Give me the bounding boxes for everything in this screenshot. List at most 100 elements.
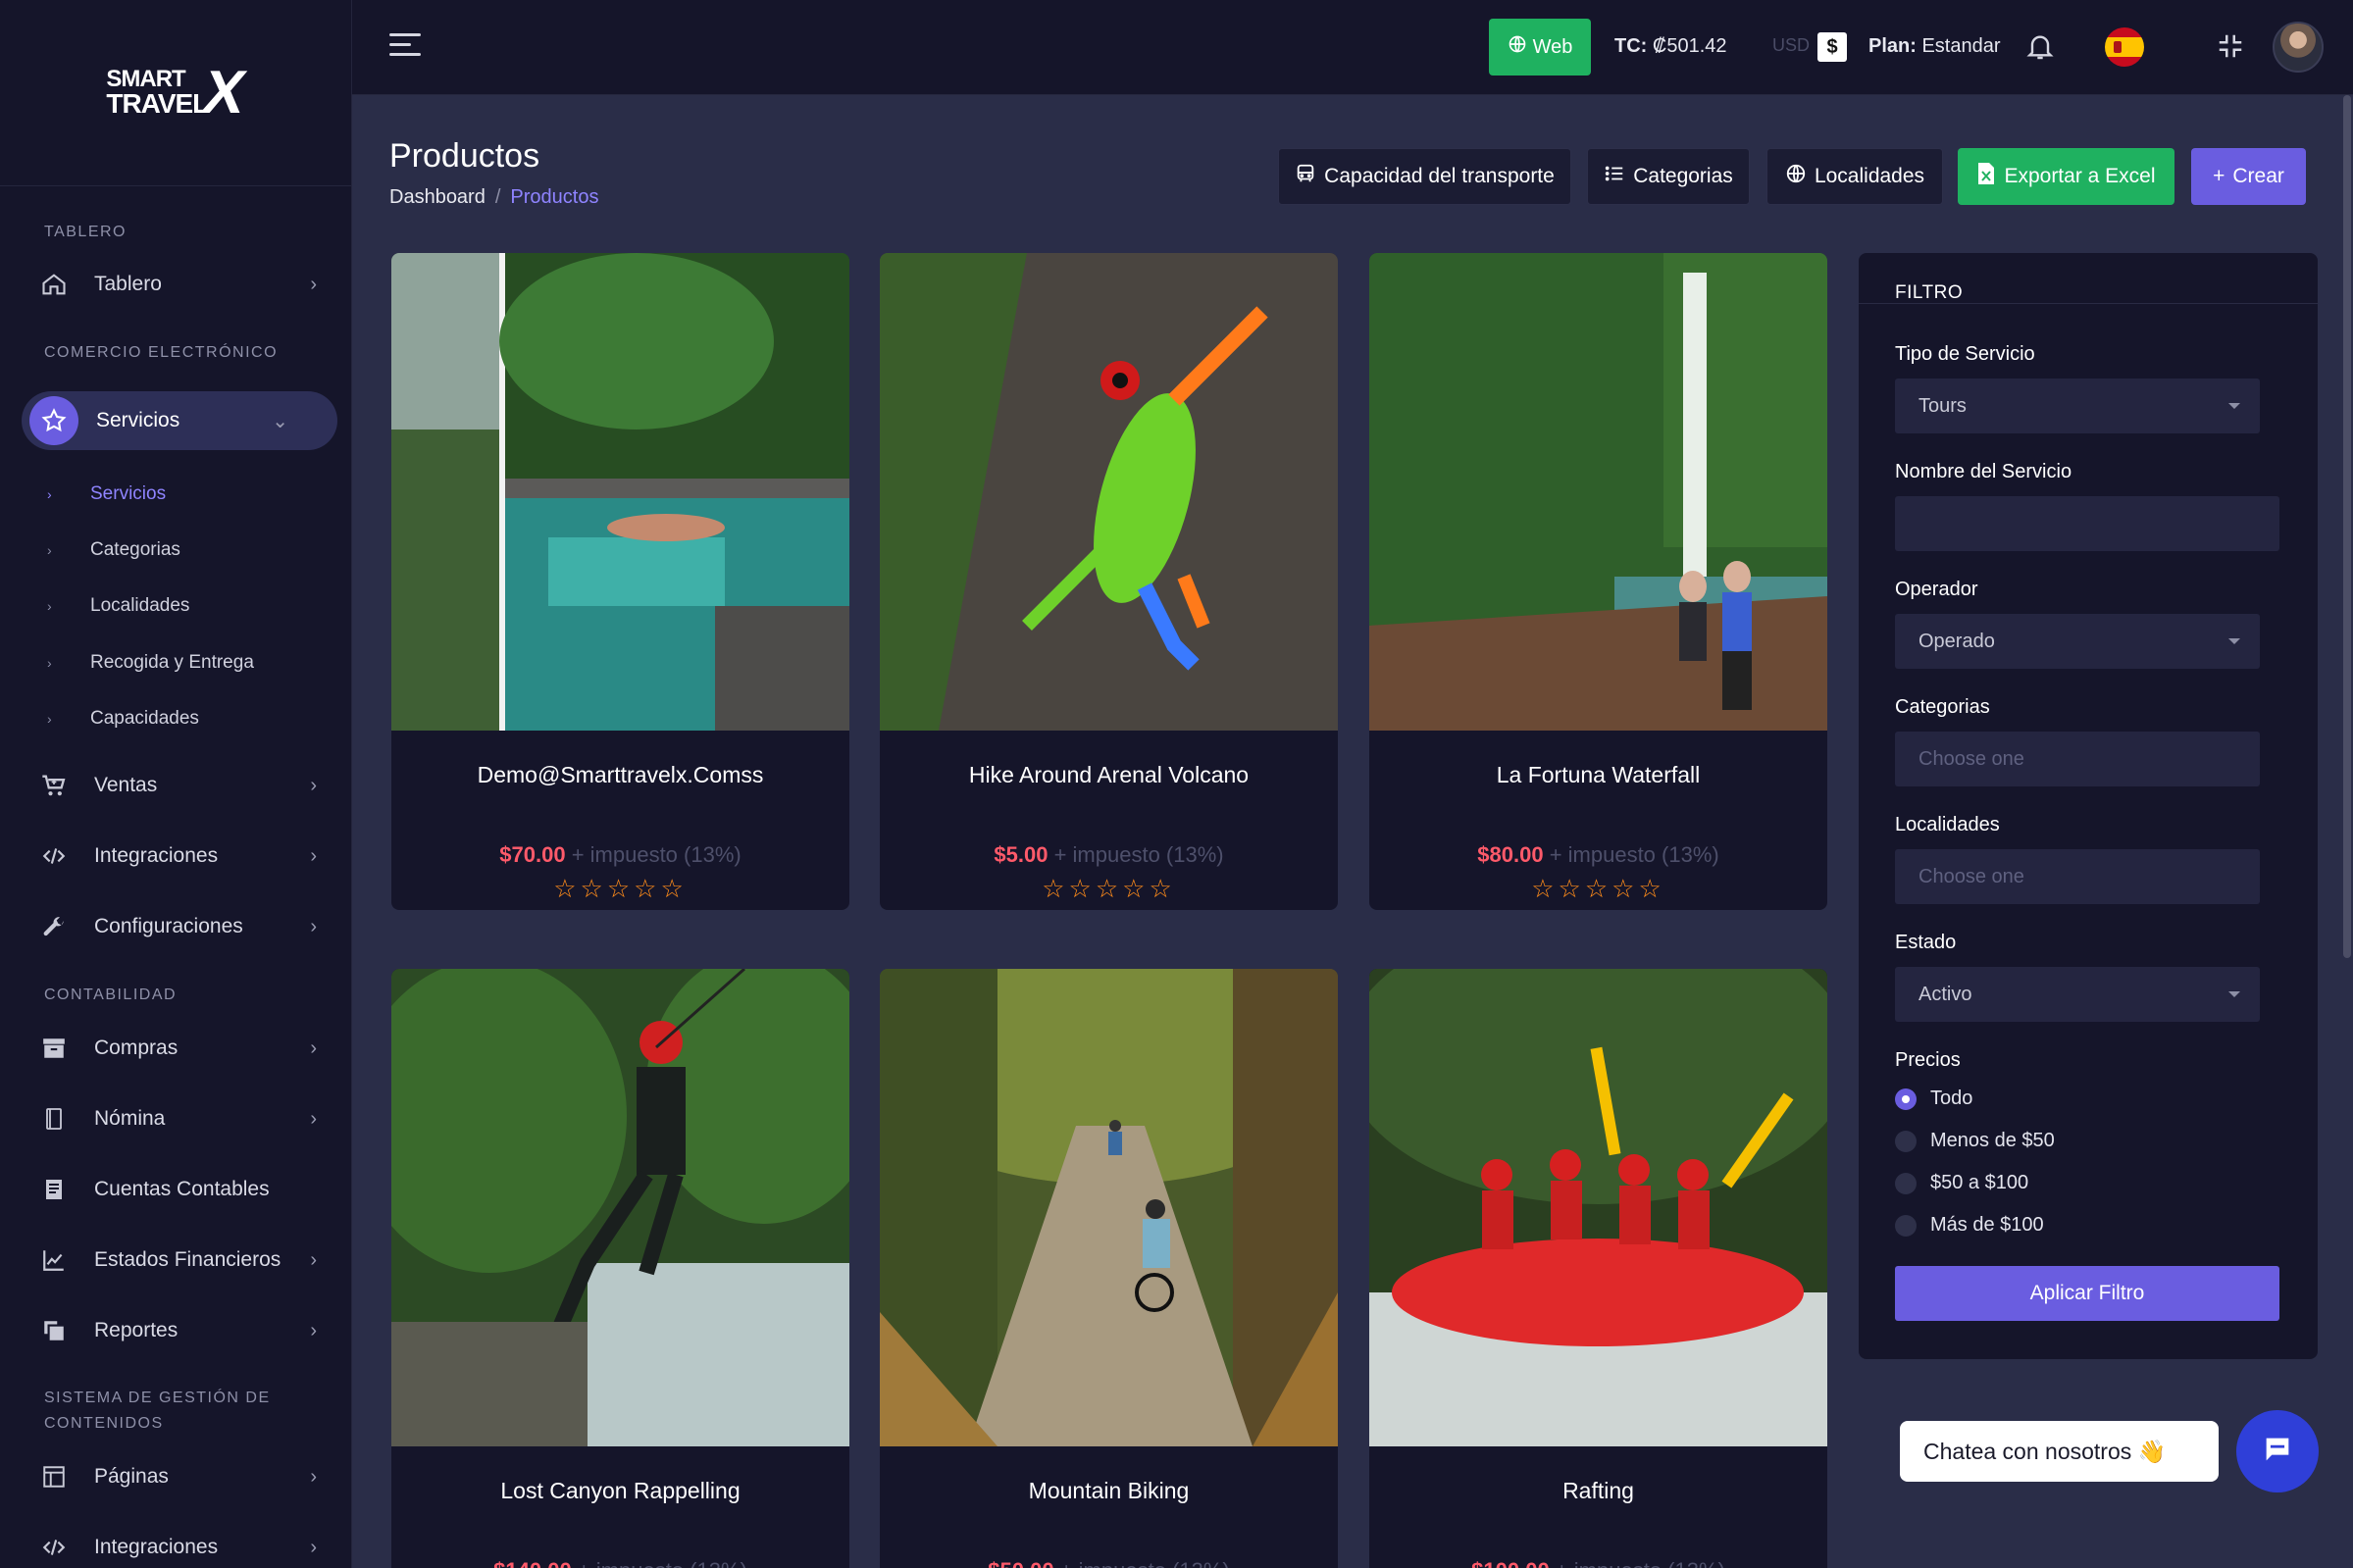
breadcrumb-current: Productos [510,186,599,208]
locations-select[interactable]: Choose one [1895,849,2260,904]
sub-item-label: Localidades [90,595,190,616]
section-sistema-1: SISTEMA DE GESTIÓN DE [44,1390,271,1406]
locations-button[interactable]: Localidades [1766,148,1943,205]
service-name-input[interactable] [1895,496,2279,551]
transport-capacity-button[interactable]: Capacidad del transporte [1278,148,1571,205]
sub-item-capacidades[interactable]: › Capacidades [0,699,352,738]
list-icon [1604,163,1625,190]
section-sistema-2: CONTENIDOS [44,1415,164,1432]
plus-icon: + [2213,165,2225,187]
sub-item-categorias[interactable]: › Categorias [0,531,352,570]
sub-item-localidades[interactable]: › Localidades [0,586,352,626]
export-excel-button[interactable]: Exportar a Excel [1958,148,2174,205]
sidebar-item-estados[interactable]: Estados Financieros › [0,1231,352,1290]
locations-label: Localidades [1814,165,1925,187]
filter-panel: FILTRO Tipo de Servicio Tours Nombre del… [1859,253,2318,1359]
sidebar: SMART TRAVEL X TABLERO Tablero › COMERCI… [0,0,352,1568]
product-price: $50.00 + impuesto (13%) [880,1558,1338,1568]
chevron-down-icon: ⌄ [272,410,288,432]
product-price: $70.00 + impuesto (13%) [391,842,849,868]
code-icon [37,1531,71,1564]
sidebar-item-compras[interactable]: Compras › [0,1019,352,1078]
product-name: Hike Around Arenal Volcano [968,762,1250,787]
product-card[interactable]: Mountain Biking $50.00 + impuesto (13%) … [880,969,1338,1568]
chat-button[interactable] [2236,1410,2319,1492]
caret-down-icon [2228,638,2240,644]
dollar-icon[interactable]: $ [1817,32,1847,62]
radio-icon [1895,1172,1917,1194]
product-image-waterfall [1369,253,1827,731]
bus-icon [1295,163,1316,190]
web-button[interactable]: Web [1489,19,1591,76]
service-name-label: Nombre del Servicio [1895,461,2072,482]
menu-icon[interactable] [389,33,421,63]
price-radio-todo[interactable]: Todo [1895,1087,1972,1110]
home-icon [37,268,71,301]
rating-stars: ☆☆☆☆☆ [1531,874,1665,903]
spain-flag-icon[interactable] [2105,27,2144,67]
price-value: $70.00 [499,842,566,867]
sidebar-item-paginas[interactable]: Páginas › [0,1447,352,1506]
status-select[interactable]: Activo [1895,967,2260,1022]
chat-bubble[interactable]: Chatea con nosotros 👋 [1900,1421,2219,1482]
chevron-right-icon: › [310,1465,317,1488]
sidebar-item-configuraciones[interactable]: Configuraciones › [0,897,352,956]
logo-area: SMART TRAVEL X [0,0,351,186]
sidebar-item-label: Servicios [96,409,180,431]
product-name: Rafting [1562,1478,1634,1503]
locations-placeholder: Choose one [1918,865,2024,887]
compress-icon[interactable] [2216,31,2245,66]
sidebar-item-label: Integraciones [94,844,219,867]
ledger-icon [37,1173,71,1206]
brand-line2: TRAVEL [106,87,209,119]
price-radio-50-100[interactable]: $50 a $100 [1895,1172,2028,1194]
chevron-right-icon: › [310,1319,317,1341]
product-card[interactable]: La Fortuna Waterfall $80.00 + impuesto (… [1369,253,1827,910]
price-value: $80.00 [1477,842,1544,867]
scrollbar[interactable] [2343,95,2351,958]
create-button[interactable]: + Crear [2191,148,2306,205]
sidebar-item-reportes[interactable]: Reportes › [0,1301,352,1360]
chevron-small-icon: › [47,711,52,727]
globe-icon [1785,163,1807,190]
sub-item-servicios[interactable]: › Servicios [0,475,352,514]
categories-select[interactable]: Choose one [1895,732,2260,786]
price-value: $100.00 [1471,1558,1550,1568]
service-type-select[interactable]: Tours [1895,379,2260,433]
operator-value: Operado [1918,630,1995,652]
prices-label: Precios [1895,1049,1961,1071]
product-card[interactable]: Demo@Smarttravelx.Comss $70.00 + impuest… [391,253,849,910]
chevron-right-icon: › [310,844,317,867]
sub-item-recogida[interactable]: › Recogida y Entrega [0,643,352,683]
sidebar-item-ventas[interactable]: Ventas › [0,756,352,815]
price-radio-under-50[interactable]: Menos de $50 [1895,1130,2055,1152]
exchange-rate: TC: ₡501.42 [1614,35,1727,58]
price-tax: + impuesto (13%) [1060,1558,1230,1568]
sidebar-item-nomina[interactable]: Nómina › [0,1089,352,1148]
sidebar-item-integraciones-2[interactable]: Integraciones › [0,1518,352,1568]
sidebar-item-cuentas[interactable]: Cuentas Contables [0,1160,352,1219]
categories-label: Categorias [1633,165,1733,187]
sidebar-item-integraciones[interactable]: Integraciones › [0,827,352,885]
product-card[interactable]: Lost Canyon Rappelling $140.00 + impuest… [391,969,849,1568]
price-radio-over-100[interactable]: Más de $100 [1895,1214,2044,1237]
excel-icon [1976,162,1996,191]
product-card[interactable]: Rafting $100.00 + impuesto (13%) ☆☆☆☆☆ [1369,969,1827,1568]
categories-button[interactable]: Categorias [1587,148,1750,205]
product-card[interactable]: Hike Around Arenal Volcano $5.00 + impue… [880,253,1338,910]
bell-icon[interactable] [2024,29,2056,68]
sidebar-item-tablero[interactable]: Tablero › [0,255,352,314]
breadcrumb-home[interactable]: Dashboard [389,186,486,208]
apply-filter-button[interactable]: Aplicar Filtro [1895,1266,2279,1321]
avatar[interactable] [2273,22,2324,73]
sidebar-item-servicios[interactable]: Servicios ⌄ [22,391,337,450]
price-value: $5.00 [994,842,1049,867]
product-name: Demo@Smarttravelx.Comss [477,762,764,787]
plan-value: Estandar [1921,35,2001,57]
export-excel-label: Exportar a Excel [2004,165,2156,187]
product-price: $100.00 + impuesto (13%) [1369,1558,1827,1568]
web-label: Web [1532,35,1573,58]
price-tax: + impuesto (13%) [571,842,742,867]
brand-logo[interactable]: SMART TRAVEL X [106,58,252,127]
operator-select[interactable]: Operado [1895,614,2260,669]
